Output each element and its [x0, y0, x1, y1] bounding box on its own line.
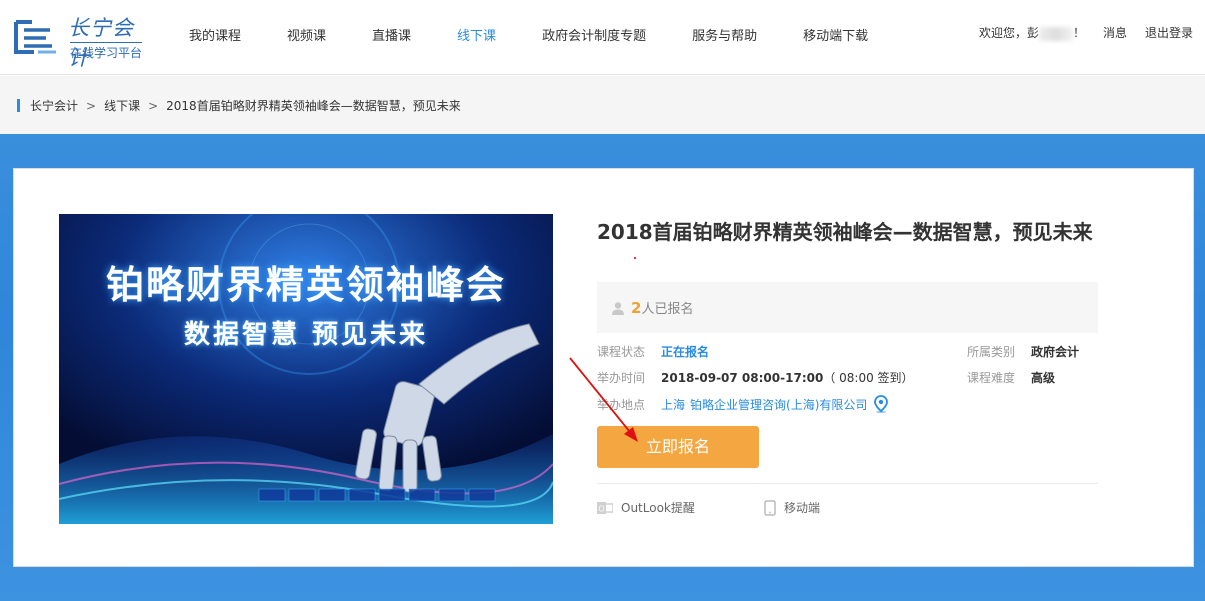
nav-offline-courses[interactable]: 线下课: [434, 25, 519, 44]
enrolled-count: 2: [631, 298, 642, 317]
category-label: 所属类别: [967, 345, 1016, 359]
breadcrumb-bar: 长宁会计 > 线下课 > 2018首届铂略财界精英领袖峰会—数据智慧，预见未来: [0, 76, 1205, 134]
category-row: 所属类别 政府会计: [967, 343, 1079, 360]
status-value: 正在报名: [661, 345, 710, 359]
enrolled-text: 人已报名: [641, 302, 694, 317]
outlook-reminder-link[interactable]: O OutLook提醒: [597, 499, 695, 516]
course-title: 2018首届铂略财界精英领袖峰会—数据智慧，预见未来: [597, 220, 1093, 244]
location-label: 举办地点: [597, 397, 646, 412]
red-dot-mark: [634, 257, 636, 259]
time-label: 举办时间: [597, 371, 646, 385]
logo-subtitle: 在线学习平台: [70, 42, 143, 61]
category-value: 政府会计: [1031, 345, 1080, 359]
breadcrumb-current: 2018首届铂略财界精英领袖峰会—数据智慧，预见未来: [166, 99, 461, 113]
nav-my-courses[interactable]: 我的课程: [166, 25, 264, 44]
time-value: 2018-09-07 08:00-17:00: [661, 370, 824, 385]
main-nav: 我的课程 视频课 直播课 线下课 政府会计制度专题 服务与帮助 移动端下载: [166, 0, 891, 68]
user-area: 欢迎您，彭 ！ 消息 退出登录: [979, 24, 1193, 41]
outlook-icon: O: [597, 501, 613, 514]
banner-subtitle: 数据智慧 预见未来: [183, 320, 429, 350]
nav-service-help[interactable]: 服务与帮助: [669, 25, 780, 44]
course-banner-image: 铂略财界精英领袖峰会 数据智慧 预见未来: [59, 214, 553, 524]
messages-link[interactable]: 消息: [1103, 24, 1127, 41]
site-logo[interactable]: 长宁会计 在线学习平台: [12, 12, 152, 70]
time-row: 举办时间 2018-09-07 08:00-17:00 （ 08:00 签到）: [597, 369, 914, 386]
mobile-link[interactable]: 移动端: [764, 499, 820, 516]
user-icon: [612, 301, 624, 315]
outlook-label: OutLook提醒: [621, 501, 695, 515]
banner-title: 铂略财界精英领袖峰会: [105, 263, 506, 307]
signup-button[interactable]: 立即报名: [597, 426, 759, 468]
svg-text:O: O: [598, 504, 604, 513]
welcome-text: 欢迎您，彭 ！: [979, 24, 1085, 41]
location-city[interactable]: 上海: [661, 396, 685, 413]
breadcrumb-offline[interactable]: 线下课: [104, 97, 140, 114]
divider: [597, 483, 1098, 484]
breadcrumb-separator: >: [148, 98, 159, 113]
location-row: 举办地点 上海 铂略企业管理咨询(上海)有限公司: [597, 395, 889, 413]
status-label: 课程状态: [597, 345, 646, 359]
nav-live-courses[interactable]: 直播课: [349, 25, 434, 44]
difficulty-label: 课程难度: [967, 371, 1016, 385]
breadcrumb-marker: [17, 99, 20, 112]
nav-gov-accounting[interactable]: 政府会计制度专题: [519, 25, 669, 44]
mobile-label: 移动端: [784, 501, 821, 515]
logo-mark-icon: [14, 20, 56, 54]
breadcrumb-separator: >: [86, 98, 97, 113]
welcome-label: 欢迎您，彭: [978, 26, 1039, 40]
welcome-end: ！: [1072, 26, 1085, 40]
difficulty-row: 课程难度 高级: [967, 369, 1055, 386]
status-row: 课程状态 正在报名: [597, 343, 709, 360]
difficulty-value: 高级: [1031, 371, 1056, 385]
breadcrumb: 长宁会计 > 线下课 > 2018首届铂略财界精英领袖峰会—数据智慧，预见未来: [17, 97, 461, 114]
logout-link[interactable]: 退出登录: [1145, 24, 1193, 41]
enrolled-panel: 2 人已报名: [597, 282, 1098, 333]
mobile-phone-icon: [764, 499, 776, 516]
blurred-username: [1038, 26, 1073, 41]
site-header: 长宁会计 在线学习平台 我的课程 视频课 直播课 线下课 政府会计制度专题 服务…: [0, 0, 1205, 75]
nav-mobile-download[interactable]: 移动端下载: [780, 25, 891, 44]
checkin-time: （ 08:00 签到）: [823, 371, 914, 385]
nav-video-courses[interactable]: 视频课: [264, 25, 349, 44]
course-card: 铂略财界精英领袖峰会 数据智慧 预见未来 2018首届铂略财界精英领袖峰会—数据…: [13, 168, 1194, 567]
map-pin-icon[interactable]: [873, 395, 889, 413]
breadcrumb-home[interactable]: 长宁会计: [30, 97, 78, 114]
location-value[interactable]: 铂略企业管理咨询(上海)有限公司: [690, 396, 867, 413]
